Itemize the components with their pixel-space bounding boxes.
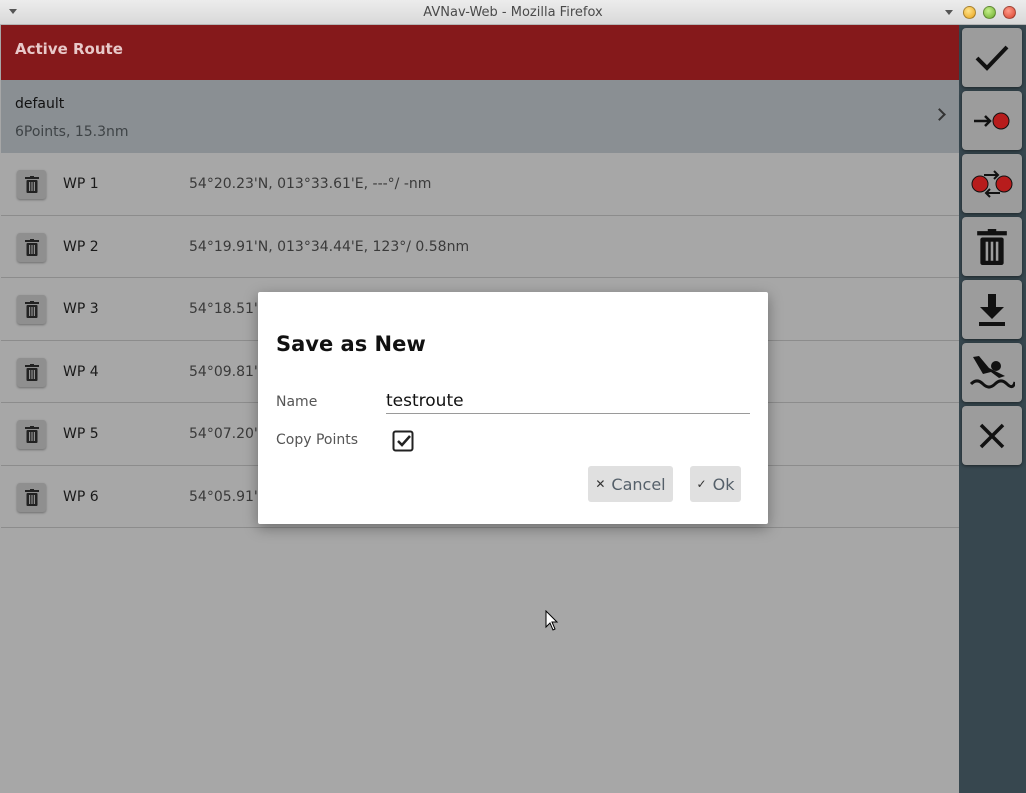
waypoint-row[interactable]: WP 2 54°19.91'N, 013°34.44'E, 123°/ 0.58… xyxy=(1,216,959,278)
x-icon: ✕ xyxy=(595,477,606,491)
close-window-button[interactable] xyxy=(1003,6,1016,19)
waypoint-name: WP 3 xyxy=(63,301,99,317)
ok-label: Ok xyxy=(712,474,735,494)
close-button[interactable] xyxy=(962,406,1022,465)
waypoint-name: WP 1 xyxy=(63,176,99,192)
name-input[interactable] xyxy=(386,388,750,414)
waypoint-name: WP 5 xyxy=(63,426,99,442)
window-titlebar: AVNav-Web - Mozilla Firefox xyxy=(0,0,1026,25)
trash-icon xyxy=(977,228,1007,265)
mob-button[interactable] xyxy=(962,343,1022,402)
check-icon xyxy=(975,45,1009,71)
close-icon xyxy=(979,423,1005,448)
waypoint-row[interactable]: WP 1 54°20.23'N, 013°33.61'E, ---°/ -nm xyxy=(1,153,959,216)
waypoint-name: WP 6 xyxy=(63,488,99,505)
window-dropdown-icon[interactable] xyxy=(945,10,953,15)
delete-waypoint-button[interactable] xyxy=(17,232,46,262)
delete-waypoint-button[interactable] xyxy=(17,295,46,324)
download-icon xyxy=(979,293,1005,326)
maximize-button[interactable] xyxy=(983,6,996,19)
accept-button[interactable] xyxy=(962,28,1022,87)
waypoint-name: WP 2 xyxy=(63,238,99,255)
page: Active Route default 6Points, 15.3nm WP … xyxy=(0,25,1026,793)
waypoint-info: 54°18.51' xyxy=(189,301,258,317)
delete-waypoint-button[interactable] xyxy=(17,420,46,449)
trash-icon xyxy=(24,426,39,443)
route-meta: 6Points, 15.3nm xyxy=(15,124,129,140)
invert-route-button[interactable] xyxy=(962,154,1022,213)
trash-icon xyxy=(24,301,39,318)
trash-icon xyxy=(24,363,39,381)
mouse-pointer-icon xyxy=(545,610,559,631)
trash-icon xyxy=(24,238,39,256)
delete-waypoint-button[interactable] xyxy=(17,170,46,199)
waypoint-info: 54°19.91'N, 013°34.44'E, 123°/ 0.58nm xyxy=(189,238,470,255)
minimize-button[interactable] xyxy=(963,6,976,19)
cancel-button[interactable]: ✕ Cancel xyxy=(588,466,673,502)
window-title: AVNav-Web - Mozilla Firefox xyxy=(423,5,603,20)
cancel-label: Cancel xyxy=(611,474,666,494)
swimmer-icon xyxy=(969,355,1015,388)
download-button[interactable] xyxy=(962,280,1022,339)
check-small-icon: ✓ xyxy=(696,477,707,491)
route-to-button[interactable] xyxy=(962,91,1022,150)
dialog-title: Save as New xyxy=(276,332,426,356)
page-title: Active Route xyxy=(15,40,123,58)
waypoint-info: 54°05.91' xyxy=(189,488,258,505)
waypoint-info: 54°09.81' xyxy=(189,363,258,380)
delete-waypoint-button[interactable] xyxy=(17,482,46,512)
ok-button[interactable]: ✓ Ok xyxy=(690,466,741,502)
route-summary[interactable]: default 6Points, 15.3nm xyxy=(1,80,959,153)
trash-icon xyxy=(24,176,39,193)
waypoint-info: 54°07.20' xyxy=(189,426,258,442)
route-to-icon xyxy=(974,112,1010,129)
checkbox-checked-icon xyxy=(392,430,414,452)
chevron-right-icon xyxy=(933,108,946,121)
right-toolbar xyxy=(959,25,1026,793)
delete-route-button[interactable] xyxy=(962,217,1022,276)
trash-icon xyxy=(24,488,39,506)
name-label: Name xyxy=(276,394,318,410)
waypoint-name: WP 4 xyxy=(63,363,99,380)
copy-points-checkbox[interactable] xyxy=(392,429,415,452)
waypoint-info: 54°20.23'N, 013°33.61'E, ---°/ -nm xyxy=(189,176,432,192)
copy-points-label: Copy Points xyxy=(276,432,359,448)
delete-waypoint-button[interactable] xyxy=(17,357,46,387)
save-as-new-dialog: Save as New Name Copy Points ✕ Cancel ✓ … xyxy=(258,292,768,524)
invert-route-icon xyxy=(971,169,1013,198)
route-name: default xyxy=(15,96,65,112)
page-header: Active Route xyxy=(1,25,959,80)
